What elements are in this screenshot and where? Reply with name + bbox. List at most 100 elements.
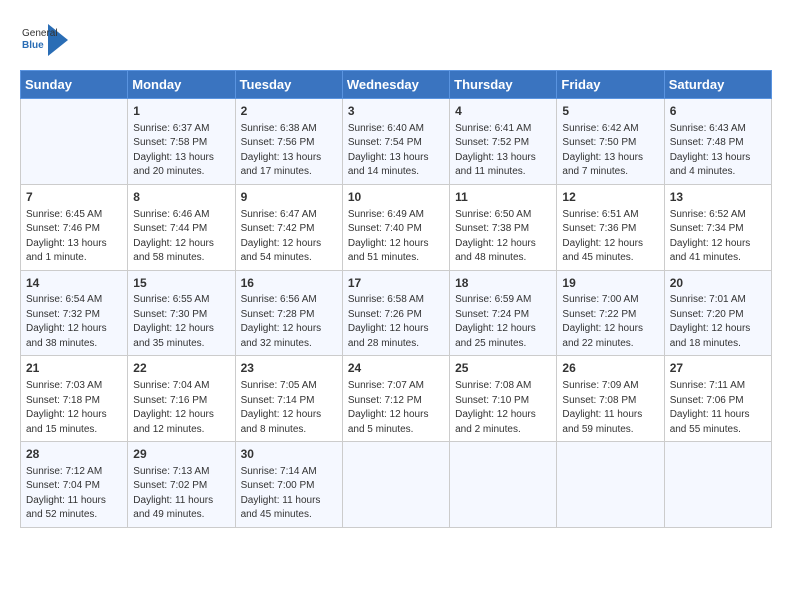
day-number: 23 [241,360,337,377]
day-content: Sunrise: 7:14 AMSunset: 7:00 PMDaylight:… [241,465,337,523]
calendar-cell: 15Sunrise: 6:55 AMSunset: 7:30 PMDayligh… [128,270,235,356]
day-header-friday: Friday [557,71,664,99]
calendar-cell: 16Sunrise: 6:56 AMSunset: 7:28 PMDayligh… [235,270,342,356]
day-number: 3 [348,103,444,120]
day-content: Sunrise: 7:08 AMSunset: 7:10 PMDaylight:… [455,379,551,437]
day-content: Sunrise: 6:52 AMSunset: 7:34 PMDaylight:… [670,208,766,266]
day-number: 13 [670,189,766,206]
calendar-body: 1 Sunrise: 6:37 AMSunset: 7:58 PMDaylight… [21,99,772,528]
day-number: 15 [133,275,229,292]
logo: General Blue [20,20,72,60]
day-number: 24 [348,360,444,377]
day-content: Sunrise: 6:56 AMSunset: 7:28 PMDaylight:… [241,293,337,351]
day-header-monday: Monday [128,71,235,99]
day-number: 18 [455,275,551,292]
calendar-cell [557,442,664,528]
calendar-cell: 10 Sunrise: 6:49 AMSunset: 7:40 PMDayligh… [342,184,449,270]
day-content: Sunrise: 6:40 AMSunset: 7:54 PMDaylight:… [348,122,444,180]
calendar-cell: 6Sunrise: 6:43 AMSunset: 7:48 PMDaylight… [664,99,771,185]
calendar-cell [21,99,128,185]
day-content: Sunrise: 6:47 AMSunset: 7:42 PMDaylight:… [241,208,337,266]
day-number: 19 [562,275,658,292]
calendar-cell: 4Sunrise: 6:41 AMSunset: 7:52 PMDaylight… [450,99,557,185]
day-content: Sunrise: 6:50 AMSunset: 7:38 PMDaylight:… [455,208,551,266]
calendar-cell: 20Sunrise: 7:01 AMSunset: 7:20 PMDayligh… [664,270,771,356]
calendar-cell: 13 Sunrise: 6:52 AMSunset: 7:34 PMDayligh… [664,184,771,270]
calendar-table: SundayMondayTuesdayWednesdayThursdayFrid… [20,70,772,528]
day-number: 14 [26,275,122,292]
day-content: Sunrise: 7:13 AMSunset: 7:02 PMDaylight:… [133,465,229,523]
day-content: Sunrise: 6:55 AMSunset: 7:30 PMDaylight:… [133,293,229,351]
day-number: 2 [241,103,337,120]
day-content: Sunrise: 6:58 AMSunset: 7:26 PMDaylight:… [348,293,444,351]
calendar-cell: 21 Sunrise: 7:03 AMSunset: 7:18 PMDayligh… [21,356,128,442]
day-content: Sunrise: 6:59 AMSunset: 7:24 PMDaylight:… [455,293,551,351]
day-content: Sunrise: 6:42 AMSunset: 7:50 PMDaylight:… [562,122,658,180]
day-content: Sunrise: 6:38 AMSunset: 7:56 PMDaylight:… [241,122,337,180]
day-number: 7 [26,189,122,206]
calendar-week-5: 28Sunrise: 7:12 AMSunset: 7:04 PMDayligh… [21,442,772,528]
logo-icon: General Blue [20,20,68,60]
calendar-cell: 2 Sunrise: 6:38 AMSunset: 7:56 PMDaylight… [235,99,342,185]
day-content: Sunrise: 6:37 AMSunset: 7:58 PMDaylight:… [133,122,229,180]
calendar-cell: 29 Sunrise: 7:13 AMSunset: 7:02 PMDayligh… [128,442,235,528]
day-number: 20 [670,275,766,292]
calendar-week-4: 21 Sunrise: 7:03 AMSunset: 7:18 PMDayligh… [21,356,772,442]
calendar-week-3: 14Sunrise: 6:54 AMSunset: 7:32 PMDayligh… [21,270,772,356]
calendar-cell: 8Sunrise: 6:46 AMSunset: 7:44 PMDaylight… [128,184,235,270]
day-number: 22 [133,360,229,377]
day-number: 26 [562,360,658,377]
day-header-wednesday: Wednesday [342,71,449,99]
calendar-cell [342,442,449,528]
day-header-tuesday: Tuesday [235,71,342,99]
calendar-cell: 17Sunrise: 6:58 AMSunset: 7:26 PMDayligh… [342,270,449,356]
day-number: 17 [348,275,444,292]
calendar-cell: 19Sunrise: 7:00 AMSunset: 7:22 PMDayligh… [557,270,664,356]
day-number: 6 [670,103,766,120]
svg-text:General: General [22,28,58,39]
day-content: Sunrise: 7:05 AMSunset: 7:14 PMDaylight:… [241,379,337,437]
day-number: 21 [26,360,122,377]
day-number: 16 [241,275,337,292]
day-number: 1 [133,103,229,120]
day-number: 9 [241,189,337,206]
day-number: 27 [670,360,766,377]
calendar-cell: 23 Sunrise: 7:05 AMSunset: 7:14 PMDayligh… [235,356,342,442]
calendar-cell [664,442,771,528]
day-number: 25 [455,360,551,377]
calendar-cell: 27Sunrise: 7:11 AMSunset: 7:06 PMDayligh… [664,356,771,442]
day-content: Sunrise: 6:49 AMSunset: 7:40 PMDaylight:… [348,208,444,266]
day-content: Sunrise: 7:03 AMSunset: 7:18 PMDaylight:… [26,379,122,437]
calendar-week-1: 1 Sunrise: 6:37 AMSunset: 7:58 PMDaylight… [21,99,772,185]
calendar-cell: 5 Sunrise: 6:42 AMSunset: 7:50 PMDaylight… [557,99,664,185]
svg-text:Blue: Blue [22,40,44,51]
day-header-saturday: Saturday [664,71,771,99]
calendar-cell: 24 Sunrise: 7:07 AMSunset: 7:12 PMDayligh… [342,356,449,442]
day-content: Sunrise: 7:01 AMSunset: 7:20 PMDaylight:… [670,293,766,351]
calendar-cell: 14Sunrise: 6:54 AMSunset: 7:32 PMDayligh… [21,270,128,356]
calendar-cell: 18Sunrise: 6:59 AMSunset: 7:24 PMDayligh… [450,270,557,356]
day-content: Sunrise: 6:45 AMSunset: 7:46 PMDaylight:… [26,208,122,266]
calendar-cell: 12Sunrise: 6:51 AMSunset: 7:36 PMDayligh… [557,184,664,270]
calendar-cell: 22 Sunrise: 7:04 AMSunset: 7:16 PMDayligh… [128,356,235,442]
day-header-sunday: Sunday [21,71,128,99]
day-number: 29 [133,446,229,463]
day-number: 28 [26,446,122,463]
calendar-cell: 30 Sunrise: 7:14 AMSunset: 7:00 PMDayligh… [235,442,342,528]
day-number: 5 [562,103,658,120]
calendar-cell: 11Sunrise: 6:50 AMSunset: 7:38 PMDayligh… [450,184,557,270]
day-content: Sunrise: 7:04 AMSunset: 7:16 PMDaylight:… [133,379,229,437]
calendar-header-row: SundayMondayTuesdayWednesdayThursdayFrid… [21,71,772,99]
day-number: 30 [241,446,337,463]
day-content: Sunrise: 7:00 AMSunset: 7:22 PMDaylight:… [562,293,658,351]
calendar-cell: 7 Sunrise: 6:45 AMSunset: 7:46 PMDaylight… [21,184,128,270]
page-header: General Blue [20,20,772,60]
calendar-cell [450,442,557,528]
calendar-cell: 25 Sunrise: 7:08 AMSunset: 7:10 PMDayligh… [450,356,557,442]
day-content: Sunrise: 7:09 AMSunset: 7:08 PMDaylight:… [562,379,658,437]
day-content: Sunrise: 6:51 AMSunset: 7:36 PMDaylight:… [562,208,658,266]
calendar-week-2: 7 Sunrise: 6:45 AMSunset: 7:46 PMDaylight… [21,184,772,270]
day-content: Sunrise: 7:07 AMSunset: 7:12 PMDaylight:… [348,379,444,437]
day-number: 10 [348,189,444,206]
day-content: Sunrise: 6:54 AMSunset: 7:32 PMDaylight:… [26,293,122,351]
